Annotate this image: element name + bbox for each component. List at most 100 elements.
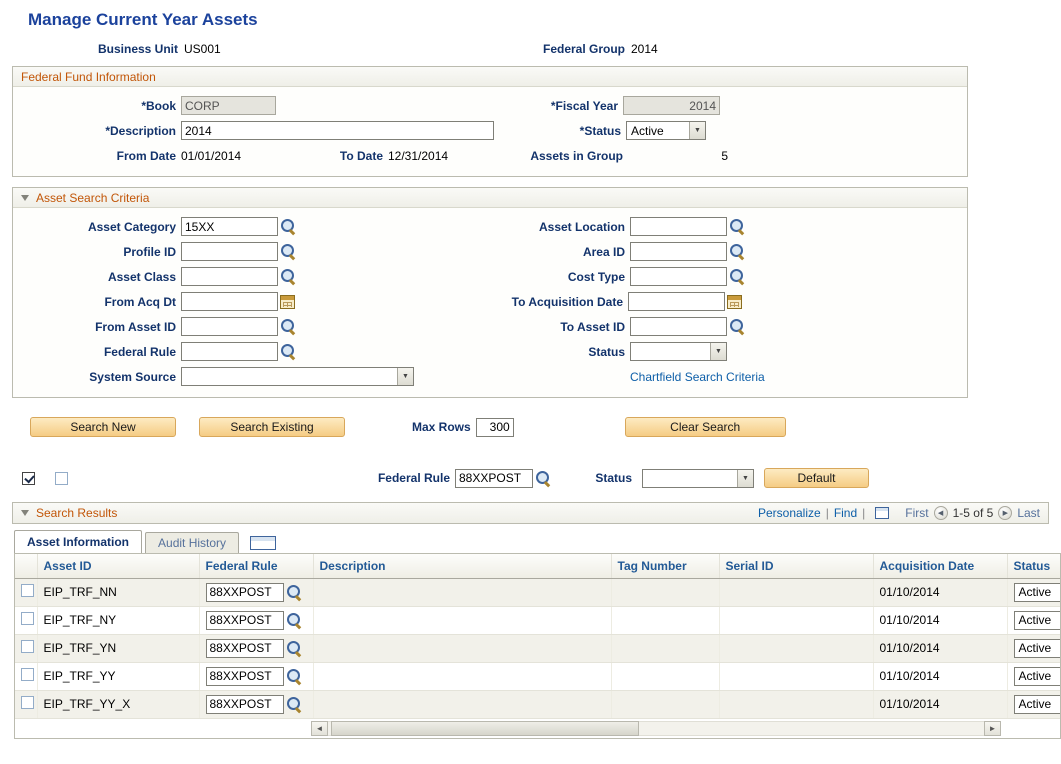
lookup-icon[interactable] bbox=[286, 696, 303, 713]
column-header-acquisition-date[interactable]: Acquisition Date bbox=[873, 554, 1007, 578]
asset-class-input[interactable] bbox=[181, 267, 278, 286]
assets-in-group-value: 5 bbox=[628, 149, 728, 163]
row-status-select[interactable]: Active ▼ bbox=[1014, 639, 1061, 658]
asset-location-input[interactable] bbox=[630, 217, 727, 236]
row-checkbox[interactable] bbox=[21, 640, 34, 653]
pager-first[interactable]: First bbox=[905, 506, 928, 520]
scrollbar-thumb[interactable] bbox=[331, 721, 639, 736]
table-row: EIP_TRF_YY_X 01/10/2014 Active ▼ bbox=[15, 690, 1061, 718]
lookup-icon[interactable] bbox=[729, 218, 746, 235]
calendar-icon[interactable] bbox=[280, 295, 295, 309]
tab-asset-information[interactable]: Asset Information bbox=[14, 530, 142, 553]
lookup-icon[interactable] bbox=[280, 243, 297, 260]
column-header-status[interactable]: Status bbox=[1007, 554, 1061, 578]
lookup-icon[interactable] bbox=[286, 640, 303, 657]
row-federal-rule-input[interactable] bbox=[206, 667, 284, 686]
lookup-icon[interactable] bbox=[280, 343, 297, 360]
find-link[interactable]: Find bbox=[834, 506, 857, 520]
deselect-all-checkbox[interactable] bbox=[55, 472, 68, 485]
tab-audit-history[interactable]: Audit History bbox=[145, 532, 239, 553]
description-input[interactable] bbox=[181, 121, 494, 140]
scroll-right-icon[interactable]: ► bbox=[984, 721, 1001, 736]
row-checkbox[interactable] bbox=[21, 668, 34, 681]
clear-search-button[interactable]: Clear Search bbox=[625, 417, 786, 437]
bulk-federal-rule-input[interactable] bbox=[455, 469, 533, 488]
area-id-label: Area ID bbox=[297, 245, 625, 259]
federal-rule-label: Federal Rule bbox=[13, 345, 176, 359]
scroll-left-icon[interactable]: ◄ bbox=[311, 721, 328, 736]
max-rows-input[interactable] bbox=[476, 418, 514, 437]
row-status-select[interactable]: Active ▼ bbox=[1014, 583, 1061, 602]
search-status-select[interactable]: ▼ bbox=[630, 342, 727, 361]
download-grid-icon[interactable] bbox=[875, 507, 889, 519]
select-all-checkbox[interactable] bbox=[22, 472, 35, 485]
separator: | bbox=[826, 506, 829, 520]
cost-type-input[interactable] bbox=[630, 267, 727, 286]
results-tbody: EIP_TRF_NN 01/10/2014 Active ▼ EIP_TRF_N… bbox=[15, 578, 1061, 718]
default-button[interactable]: Default bbox=[764, 468, 869, 488]
business-unit-value: US001 bbox=[184, 42, 334, 56]
next-page-icon[interactable]: ▶ bbox=[998, 506, 1012, 520]
row-checkbox[interactable] bbox=[21, 612, 34, 625]
bulk-apply-row: Federal Rule Status ▼ Default bbox=[0, 468, 1061, 488]
row-description bbox=[313, 690, 611, 718]
column-header-serial-id[interactable]: Serial ID bbox=[719, 554, 873, 578]
lookup-icon[interactable] bbox=[280, 318, 297, 335]
lookup-icon[interactable] bbox=[286, 584, 303, 601]
max-rows-label: Max Rows bbox=[412, 420, 471, 434]
to-asset-id-label: To Asset ID bbox=[297, 320, 625, 334]
lookup-icon[interactable] bbox=[280, 218, 297, 235]
status-label: *Status bbox=[494, 124, 621, 138]
collapse-triangle-icon[interactable] bbox=[21, 510, 29, 516]
row-federal-rule-input[interactable] bbox=[206, 583, 284, 602]
row-federal-rule-input[interactable] bbox=[206, 639, 284, 658]
to-acquisition-date-input[interactable] bbox=[628, 292, 725, 311]
tab-label: Asset Information bbox=[27, 535, 129, 549]
row-checkbox[interactable] bbox=[21, 696, 34, 709]
system-source-select[interactable]: ▼ bbox=[181, 367, 414, 386]
row-federal-rule-input[interactable] bbox=[206, 695, 284, 714]
area-id-input[interactable] bbox=[630, 242, 727, 261]
column-header-federal-rule[interactable]: Federal Rule bbox=[199, 554, 313, 578]
column-header-description[interactable]: Description bbox=[313, 554, 611, 578]
column-header-tag-number[interactable]: Tag Number bbox=[611, 554, 719, 578]
row-federal-rule-input[interactable] bbox=[206, 611, 284, 630]
search-new-button[interactable]: Search New bbox=[30, 417, 176, 437]
lookup-icon[interactable] bbox=[535, 470, 552, 487]
lookup-icon[interactable] bbox=[280, 268, 297, 285]
row-status-select[interactable]: Active ▼ bbox=[1014, 611, 1061, 630]
status-select[interactable]: Active ▼ bbox=[626, 121, 706, 140]
row-status-select[interactable]: Active ▼ bbox=[1014, 695, 1061, 714]
bulk-status-select[interactable]: ▼ bbox=[642, 469, 754, 488]
page-title: Manage Current Year Assets bbox=[28, 10, 1061, 30]
lookup-icon[interactable] bbox=[286, 668, 303, 685]
calendar-icon[interactable] bbox=[727, 295, 742, 309]
search-existing-button[interactable]: Search Existing bbox=[199, 417, 345, 437]
from-acq-dt-input[interactable] bbox=[181, 292, 278, 311]
profile-id-input[interactable] bbox=[181, 242, 278, 261]
from-asset-id-input[interactable] bbox=[181, 317, 278, 336]
row-asset-id: EIP_TRF_NN bbox=[37, 578, 199, 606]
personalize-link[interactable]: Personalize bbox=[758, 506, 821, 520]
federal-rule-input[interactable] bbox=[181, 342, 278, 361]
asset-category-input[interactable] bbox=[181, 217, 278, 236]
row-tag-number bbox=[611, 634, 719, 662]
to-asset-id-input[interactable] bbox=[630, 317, 727, 336]
lookup-icon[interactable] bbox=[286, 612, 303, 629]
chartfield-search-criteria-link[interactable]: Chartfield Search Criteria bbox=[630, 370, 765, 384]
scrollbar-track[interactable] bbox=[328, 721, 984, 736]
system-source-label: System Source bbox=[13, 370, 176, 384]
federal-group-label: Federal Group bbox=[334, 42, 625, 56]
collapse-triangle-icon[interactable] bbox=[21, 195, 29, 201]
show-all-columns-icon[interactable] bbox=[250, 536, 276, 550]
lookup-icon[interactable] bbox=[729, 268, 746, 285]
row-acquisition-date: 01/10/2014 bbox=[873, 634, 1007, 662]
pager-last[interactable]: Last bbox=[1017, 506, 1040, 520]
row-checkbox[interactable] bbox=[21, 584, 34, 597]
lookup-icon[interactable] bbox=[729, 318, 746, 335]
lookup-icon[interactable] bbox=[729, 243, 746, 260]
column-header-asset-id[interactable]: Asset ID bbox=[37, 554, 199, 578]
previous-page-icon[interactable]: ◀ bbox=[934, 506, 948, 520]
row-asset-id: EIP_TRF_YN bbox=[37, 634, 199, 662]
row-status-select[interactable]: Active ▼ bbox=[1014, 667, 1061, 686]
